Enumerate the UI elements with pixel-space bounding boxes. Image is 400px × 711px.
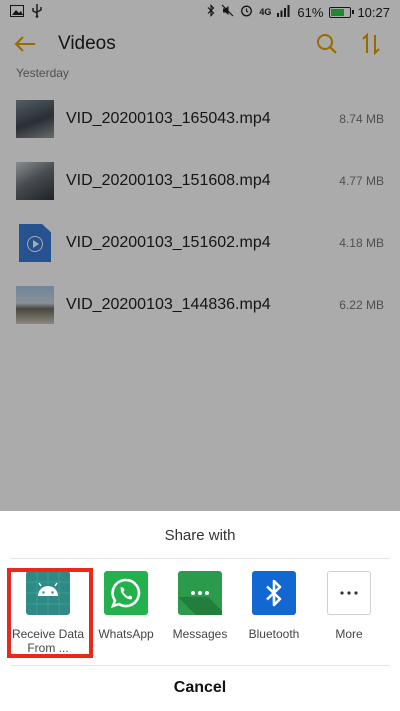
share-target-more[interactable]: More [310, 569, 388, 641]
whatsapp-icon [104, 571, 148, 615]
share-target-whatsapp[interactable]: WhatsApp [87, 569, 165, 641]
share-sheet: Share with Receive Data From ... WhatsAp… [0, 511, 400, 711]
cancel-button[interactable]: Cancel [0, 675, 400, 701]
share-target-label: WhatsApp [98, 627, 154, 641]
divider [10, 665, 390, 666]
divider [10, 558, 390, 559]
dim-overlay[interactable] [0, 0, 400, 511]
share-target-label: More [335, 627, 363, 641]
share-target-label: Messages [172, 627, 228, 641]
messages-icon [178, 571, 222, 615]
share-target-bluetooth[interactable]: Bluetooth [235, 569, 313, 641]
share-sheet-title: Share with [164, 527, 236, 544]
share-target-label: Bluetooth [248, 627, 300, 641]
bluetooth-icon [252, 571, 296, 615]
more-icon [327, 571, 371, 615]
share-target-messages[interactable]: Messages [161, 569, 239, 641]
selection-highlight [7, 568, 93, 658]
